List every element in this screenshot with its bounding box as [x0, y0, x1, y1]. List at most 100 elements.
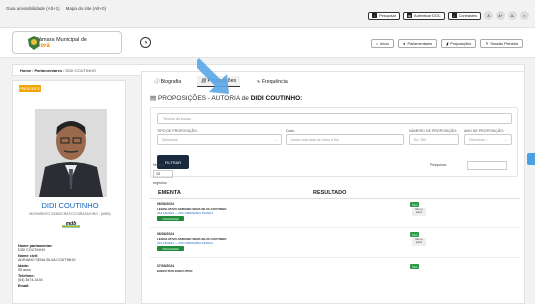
search-input[interactable]: Termos da busca...: [157, 113, 512, 124]
field-value: DIDI COUTINHO: [18, 248, 46, 252]
main-nav: ⌂ Início ● Parlamentares ▮ Proposições ✎ Ses…: [370, 39, 523, 48]
pulse-icon: ∿: [256, 78, 261, 85]
table-search-input[interactable]: [467, 161, 507, 170]
nav-proposicoes-label: Proposições: [450, 41, 472, 46]
portrait-image: [35, 109, 107, 197]
contrast-icon: ◐: [451, 13, 457, 18]
theme-toggle-button[interactable]: ◐: [520, 11, 529, 20]
top-accessibility-bar: Guia acessibilidade (Alt+1) Mapa do site…: [0, 0, 535, 28]
breadcrumb-current: DIDI COUTINHO: [65, 68, 96, 73]
parliamentarian-photo: [35, 109, 107, 197]
sitemap-link[interactable]: Mapa do site (Alt+0): [66, 6, 106, 11]
arrow-pointer-icon: [197, 58, 229, 94]
date-label: Data:: [286, 129, 295, 133]
table-row: 07/03/2024 EXECUTIVO EXECUTIVO Tipo: [150, 262, 520, 282]
table-row: 06/03/2024 LEGISLATIVO ADRIANO SENA SILV…: [150, 200, 520, 228]
status-note: Não se aplica: [412, 208, 426, 216]
title-icon: ▤: [150, 95, 157, 102]
status-note: Não se aplica: [412, 238, 426, 246]
contrast-button[interactable]: ◐ Contrastes: [447, 11, 481, 20]
nav-inicio[interactable]: ⌂ Início: [370, 39, 395, 48]
nav-parlamentares-label: Parlamentares: [407, 41, 433, 46]
info-icon: ⓘ: [154, 79, 160, 85]
party-name: MOVIMENTO DEMOCRÁTICO BRASILEIRO - (MDB): [29, 212, 111, 216]
date-input[interactable]: Insira uma data de início e fim: [286, 134, 404, 145]
field-value: (64) 3674-4194: [18, 278, 43, 282]
row-date: 06/03/2024: [157, 202, 174, 206]
tab-label: Biografia: [160, 79, 182, 85]
nav-inicio-label: Início: [380, 41, 390, 46]
party-logo-text: mdb: [66, 221, 77, 227]
chevron-down-icon: ⌄: [273, 138, 277, 142]
table-row: 06/03/2024 LEGISLATIVO ADRIANO SENA SILV…: [150, 230, 520, 258]
user-icon: ●: [403, 41, 406, 46]
column-ementa[interactable]: EMENTA: [158, 190, 181, 196]
font-reset-button[interactable]: A: [484, 11, 493, 20]
nav-proposicoes[interactable]: ▮ Proposições: [441, 39, 477, 48]
doc-icon: ▤: [407, 13, 413, 18]
type-label: TIPO DE PROPOSIÇÃO:: [157, 129, 198, 133]
breadcrumb-separator: /: [32, 68, 34, 73]
type-select-value: Selecione: [162, 138, 178, 142]
show-label: Mostrar: [153, 163, 166, 167]
role-badge: PRESIDENTE: [19, 85, 41, 92]
field-label: Email:: [18, 284, 30, 288]
year-label: ANO DE PROPOSIÇÃO:: [464, 129, 504, 133]
accessibility-link[interactable]: Guia acessibilidade (Alt+1): [6, 6, 60, 11]
year-select-value: Selecione...: [469, 138, 488, 142]
font-decrease-button[interactable]: A-: [508, 11, 517, 20]
header-divider: [150, 198, 520, 199]
number-label: NÚMERO DE PROPOSIÇÃO:: [409, 129, 458, 133]
view-button[interactable]: VISUALIZAR: [157, 246, 184, 251]
accessibility-links: Guia acessibilidade (Alt+1) Mapa do site…: [6, 6, 106, 11]
row-subtitle[interactable]: ATA 15/2024 — ATA ORDINÁRIA 15/2024: [157, 211, 213, 215]
party-logo: mdb: [62, 221, 80, 228]
tab-label: Frequência: [261, 78, 288, 85]
filter-panel: Termos da busca... TIPO DE PROPOSIÇÃO: S…: [150, 107, 518, 177]
status-badge: Tipo: [410, 264, 420, 269]
font-increase-button[interactable]: A+: [496, 11, 505, 20]
authenticate-label: Autenticar DOC: [414, 13, 441, 18]
authenticate-doc-button[interactable]: ▤ Autenticar DOC: [403, 11, 445, 20]
crest-icon: [28, 36, 40, 50]
profile-card: PRESIDENTE DIDI COUTINHO MOVIMENTO DEMOC…: [12, 80, 126, 304]
nav-sessao-label: Sessão Plenária: [490, 41, 518, 46]
status-badge: Tipo: [410, 232, 420, 237]
parliamentarian-name: DIDI COUTINHO: [41, 201, 99, 210]
nav-sessao-plenaria[interactable]: ✎ Sessão Plenária: [480, 39, 523, 48]
site-logo[interactable]: Câmara Municipal de Iporá: [12, 31, 122, 54]
breadcrumb-parlamentares[interactable]: Parlamentares: [35, 68, 63, 73]
dark-mode-icon[interactable]: ◑: [140, 37, 151, 48]
breadcrumb-home[interactable]: Home: [20, 68, 31, 73]
chevron-down-icon: ⌄: [503, 138, 507, 142]
profile-info: Nome parlamentar: DIDI COUTINHO Nome civ…: [18, 242, 76, 288]
search-icon: ⌕: [372, 13, 378, 18]
status-badge: Tipo: [410, 202, 420, 207]
table-search-label: Pesquisar:: [430, 163, 447, 167]
records-label: registros: [153, 181, 167, 185]
field-value: ADRIANO SENA SILVA COUTINHO: [18, 258, 76, 262]
type-select[interactable]: Selecione ⌄: [157, 134, 282, 145]
year-select[interactable]: Selecione... ⌄: [464, 134, 512, 145]
column-resultado[interactable]: RESULTADO: [313, 190, 346, 196]
nav-parlamentares[interactable]: ● Parlamentares: [398, 39, 438, 48]
gavel-icon: ✎: [485, 42, 489, 46]
site-header: Câmara Municipal de Iporá ◑ ⌂ Início ● Par…: [0, 28, 535, 58]
row-date: 06/03/2024: [157, 232, 174, 236]
number-input[interactable]: Ex: 150: [409, 134, 459, 145]
search-label: Pesquisar: [379, 13, 397, 18]
field-value: 55 anos: [18, 268, 31, 272]
top-tools: ⌕ Pesquisar ▤ Autenticar DOC ◐ Contrastes A…: [368, 11, 529, 20]
tab-frequencia[interactable]: ∿ Frequência: [252, 77, 292, 87]
tab-biografia[interactable]: ⓘ Biografia: [150, 76, 185, 87]
search-button[interactable]: ⌕ Pesquisar: [368, 11, 401, 20]
side-toggle-button[interactable]: [527, 153, 535, 165]
title-name: DIDI COUTINHO:: [250, 95, 303, 102]
row-title: EXECUTIVO EXECUTIVO: [157, 269, 193, 273]
home-icon: ⌂: [375, 41, 379, 46]
row-subtitle[interactable]: ATA 15/2024 — ATA ORDINÁRIA 15/2024: [157, 241, 213, 245]
view-button[interactable]: VISUALIZAR: [157, 216, 184, 221]
contrast-label: Contrastes: [458, 13, 477, 18]
page-length-select[interactable]: 10: [153, 170, 173, 178]
row-date: 07/03/2024: [157, 264, 174, 268]
